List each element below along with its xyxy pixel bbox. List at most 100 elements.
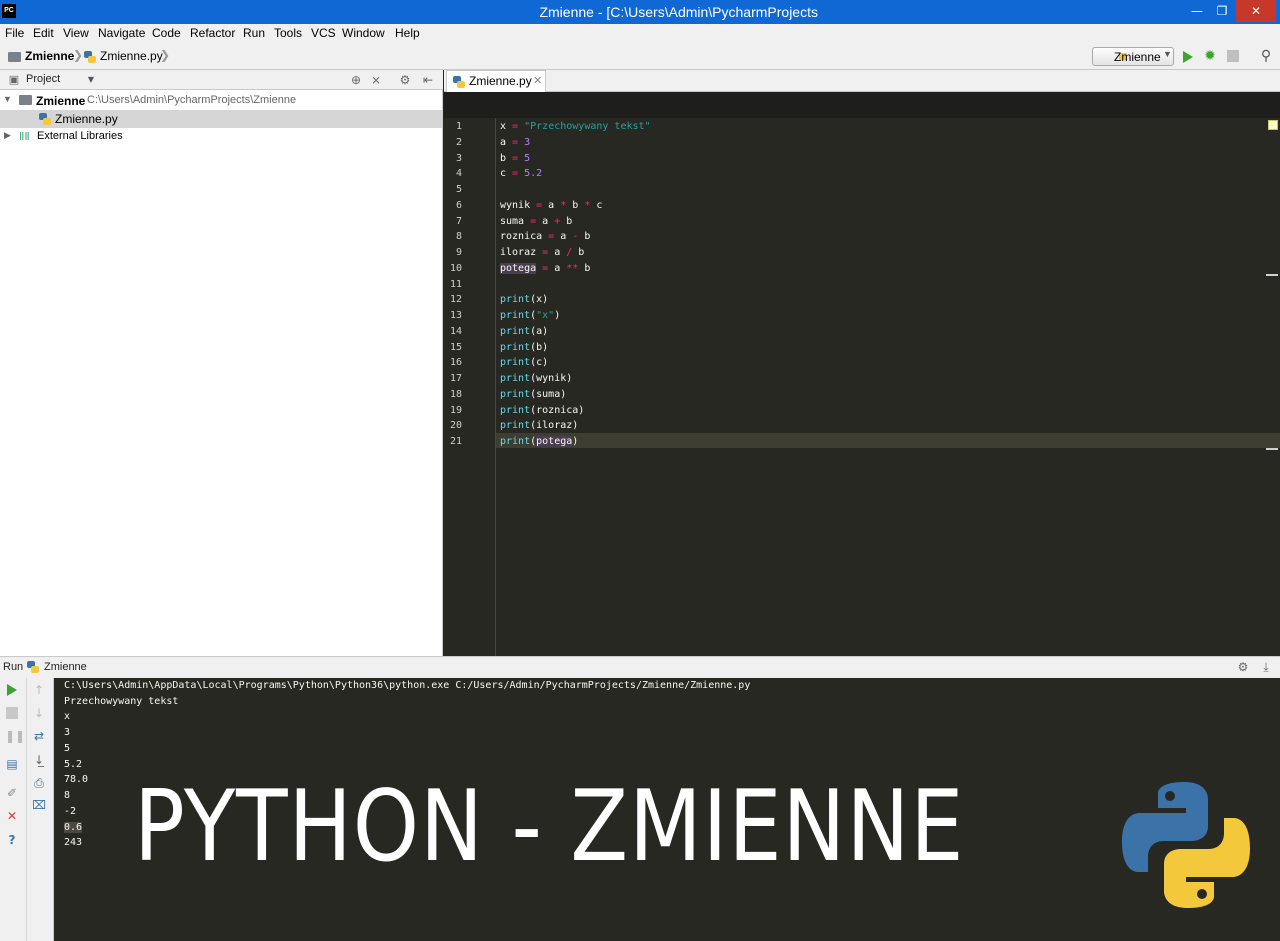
project-root-path: C:\Users\Admin\PycharmProjects\Zmienne [87,94,297,106]
title-bar: PC Zmienne - [C:\Users\Admin\PycharmProj… [0,0,1280,24]
down-arrow-icon[interactable]: ↓ [32,706,46,720]
tree-item-external-libraries[interactable]: ▶ ⅡⅡ External Libraries [0,129,442,147]
line-number: 8 [455,231,462,242]
navigation-bar: Zmienne ❯ Zmienne.py ❯ Zmienne ▼ ✹ ⚲ [0,44,1280,70]
stop-icon[interactable] [6,707,18,719]
rerun-icon[interactable] [7,684,17,696]
breadcrumb-file[interactable]: Zmienne.py [100,49,163,63]
code-line[interactable]: roznica = a - b [500,231,590,242]
code-line[interactable]: print(b) [500,342,548,353]
line-number: 20 [449,420,462,431]
line-number: 17 [449,373,462,384]
menu-tools[interactable]: Tools [274,26,302,40]
restore-layout-icon[interactable]: ▤ [5,757,19,771]
code-line[interactable]: b = 5 [500,153,530,164]
code-line[interactable]: iloraz = a / b [500,247,584,258]
scroll-from-source-icon[interactable]: ⊕ [349,73,363,87]
run-label[interactable]: Run [3,661,23,673]
line-number: 21 [449,436,462,447]
pause-icon[interactable]: ❚❚ [5,729,25,743]
minimize-button[interactable]: — [1184,0,1210,22]
menu-navigate[interactable]: Navigate [98,26,145,40]
trash-icon[interactable]: ⌧ [32,798,46,812]
console-line: 78.0 [64,774,89,785]
breadcrumb-project[interactable]: Zmienne [25,49,74,63]
code-line[interactable]: print(potega) [500,436,578,447]
code-line[interactable]: x = "Przechowywany tekst" [500,121,651,132]
code-line[interactable]: print(roznica) [500,405,584,416]
error-stripe-mark[interactable] [1266,448,1278,450]
gear-icon[interactable]: ⚙ [1236,660,1250,674]
maximize-button[interactable]: ❐ [1210,0,1234,22]
project-view-label[interactable]: Project [26,73,60,85]
print-icon[interactable]: ⎙ [32,776,46,790]
gear-icon[interactable]: ⚙ [398,73,412,87]
code-editor[interactable]: 1 2 3 4 5 6 7 8 9 10 11 12 13 14 15 16 1… [444,92,1280,656]
editor-tab-bar: Zmienne.py ✕ [444,70,1280,92]
line-number: 1 [455,121,462,132]
close-tab-icon[interactable]: ✕ [533,74,542,87]
tab-label: Zmienne.py [469,74,532,88]
console-line: 3 [64,727,71,738]
menu-edit[interactable]: Edit [33,26,54,40]
pin-icon[interactable]: ✐ [5,786,19,800]
code-line[interactable]: print(c) [500,357,548,368]
code-line[interactable]: a = 3 [500,137,530,148]
search-icon[interactable]: ⚲ [1259,49,1273,63]
close-button[interactable]: ✕ [1236,0,1276,22]
error-stripe-mark[interactable] [1266,274,1278,276]
line-number: 15 [449,342,462,353]
menu-code[interactable]: Code [152,26,181,40]
line-number: 16 [449,357,462,368]
hide-panel-icon[interactable]: ⇤ [421,73,435,87]
inspection-status-icon[interactable] [1268,120,1278,130]
menu-vcs[interactable]: VCS [311,26,336,40]
project-root-name: Zmienne [36,94,86,108]
tree-item-zmienne-py[interactable]: Zmienne.py [0,110,442,128]
line-number: 9 [455,247,462,258]
line-number: 3 [455,153,462,164]
code-line[interactable]: print(suma) [500,389,566,400]
run-icon[interactable] [1183,51,1193,63]
debug-icon[interactable]: ✹ [1203,49,1217,63]
chevron-down-icon[interactable]: ▼ [84,73,98,87]
folder-icon [8,52,21,62]
menu-run[interactable]: Run [243,26,265,40]
python-file-icon [27,661,39,673]
code-line[interactable]: print(iloraz) [500,420,578,431]
expand-arrow-icon[interactable]: ▼ [3,94,12,104]
overlay-title: PYTHON - ZMIENNE [134,770,965,884]
code-line[interactable]: wynik = a * b * c [500,200,602,211]
code-line[interactable]: print(wynik) [500,373,572,384]
breadcrumb-separator-icon: ❯ [160,48,171,62]
collapse-all-icon[interactable]: ⨯ [369,73,383,87]
run-configuration-dropdown[interactable]: Zmienne ▼ [1092,47,1174,66]
tree-item-project-root[interactable]: ▼ Zmienne C:\Users\Admin\PycharmProjects… [0,92,442,110]
tab-zmienne-py[interactable]: Zmienne.py ✕ [446,70,546,92]
project-view-icon: ▣ [8,73,20,86]
code-line[interactable]: print("x") [500,310,560,321]
console-line: 243 [64,837,83,848]
code-line[interactable]: suma = a + b [500,216,572,227]
menu-window[interactable]: Window [342,26,385,40]
scroll-to-end-icon[interactable]: ↓̲ [32,753,46,767]
up-arrow-icon[interactable]: ↑ [32,683,46,697]
run-config-tab[interactable]: Zmienne [44,661,87,673]
close-icon[interactable]: ✕ [5,809,19,823]
console-line: 5.2 [64,759,83,770]
code-line[interactable]: print(a) [500,326,548,337]
project-panel: ▣ Project ▼ ⊕ ⨯ ⚙ ⇤ ▼ Zmienne C:\Users\A… [0,70,443,656]
menu-help[interactable]: Help [395,26,420,40]
code-line[interactable]: potega = a ** b [500,263,590,274]
menu-view[interactable]: View [63,26,89,40]
soft-wrap-icon[interactable]: ⇄ [32,729,46,743]
external-libraries-label: External Libraries [37,130,123,142]
expand-arrow-icon[interactable]: ▶ [4,130,11,141]
code-line[interactable]: c = 5.2 [500,168,542,179]
code-line[interactable]: print(x) [500,294,548,305]
menu-file[interactable]: File [5,26,24,40]
menu-refactor[interactable]: Refactor [190,26,235,40]
help-icon[interactable]: ? [5,833,19,847]
stop-icon[interactable] [1227,50,1239,62]
hide-panel-icon[interactable]: ⤓ [1259,660,1273,674]
